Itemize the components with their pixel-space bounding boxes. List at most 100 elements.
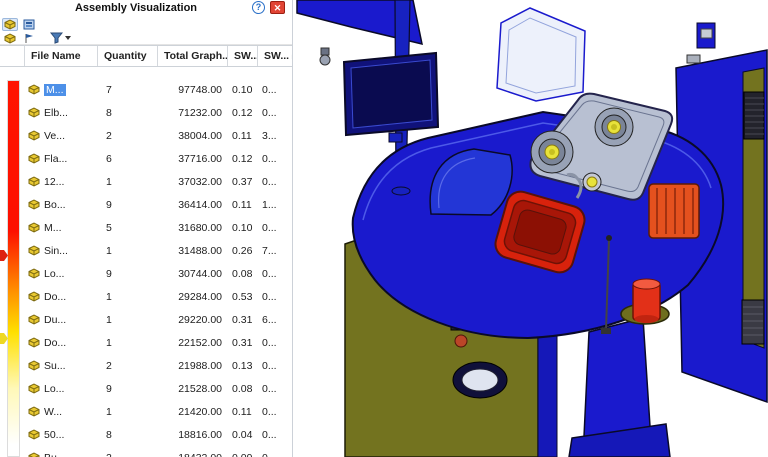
table-row[interactable]: Ve... 2 38004.00 0.11 3... [24,124,292,147]
hinge[interactable] [686,54,701,64]
quantity-cell: 8 [106,428,112,441]
column-sw-2[interactable]: SW...▸ [258,46,292,66]
sw-value-2-cell: 0... [258,452,292,457]
sw-value-1-cell: 0.31 [232,336,253,349]
table-row[interactable]: Du... 1 29220.00 0.31 6... [24,308,292,331]
total-graphics-cell: 21420.00 [178,405,222,418]
file-name-cell: Ve... [24,130,98,142]
sw-value-2-cell: 0... [262,221,277,234]
sw-value-1-cell: 0.08 [232,382,253,395]
burner-left[interactable] [530,130,574,174]
nested-view-tab-icon[interactable] [21,18,37,31]
cup[interactable] [632,278,661,323]
filter-dropdown-arrow[interactable] [65,36,71,40]
graphics-area[interactable] [293,0,768,457]
heater[interactable] [648,183,700,239]
file-name: M... [44,83,66,96]
file-name: 50... [44,428,65,441]
part-icon [28,84,40,95]
table-row[interactable]: Su... 2 21988.00 0.13 0... [24,354,292,377]
row-container: M... 7 97748.00 0.10 0... Elb... 8 71232… [24,78,292,457]
value-bar[interactable] [7,80,20,457]
close-icon[interactable]: ✕ [270,1,285,14]
total-graphics-cell: 31488.00 [178,244,222,257]
sw-value-2-cell: 0... [262,428,277,441]
toolbar-row-tabs [2,17,290,31]
total-graphics-cell: 30744.00 [178,267,222,280]
quantity-cell: 6 [106,152,112,165]
total-graphics-cell: 29284.00 [178,290,222,303]
help-icon[interactable]: ? [252,1,265,14]
file-name-cell: M... [24,83,98,96]
show-parts-icon[interactable] [2,32,18,45]
sw-value-1-cell: 0.09 [228,452,258,457]
part-icon [28,360,40,371]
quantity-cell: 7 [106,83,112,96]
part-icon [28,452,40,457]
sw-value-2-cell: 0... [262,405,277,418]
column-file-name[interactable]: File Name [24,46,98,66]
sw-value-2-cell: 7... [262,244,277,257]
file-name: 12... [44,175,65,188]
part-icon [28,383,40,394]
table-row[interactable]: W... 1 21420.00 0.11 0... [24,400,292,423]
column-total-graphics[interactable]: Total Graph...▸ [158,46,228,66]
quantity-cell: 1 [106,336,112,349]
assembly-visualization-panel: Assembly Visualization ? ✕ File Name Qua… [0,0,293,457]
table-row[interactable]: 50... 8 18816.00 0.04 0... [24,423,292,446]
file-name: Elb... [44,106,68,119]
table-row[interactable]: Lo... 9 21528.00 0.08 0... [24,377,292,400]
total-graphics-cell: 21988.00 [178,359,222,372]
file-name-cell: Bo... [24,199,98,211]
open-lid[interactable] [496,7,586,102]
sw-value-1-cell: 0.11 [232,405,252,418]
wall-bracket[interactable] [696,22,716,49]
quantity-cell: 2 [106,359,112,372]
file-name: Bu... [44,452,66,457]
file-name: W... [44,405,63,418]
table-row[interactable]: Do... 1 22152.00 0.31 0... [24,331,292,354]
table-row[interactable]: Bo... 9 36414.00 0.11 1... [24,193,292,216]
table-row[interactable]: Lo... 9 30744.00 0.08 0... [24,262,292,285]
quantity-cell: 1 [106,175,112,188]
table-row[interactable]: Fla... 6 37716.00 0.12 0... [24,147,292,170]
table-row[interactable]: Elb... 8 71232.00 0.12 0... [24,101,292,124]
knob[interactable] [454,334,468,348]
sw-value-2-cell: 0... [262,175,277,188]
file-name-cell: M... [24,222,98,234]
panel-titlebar: Assembly Visualization ? ✕ [0,0,292,17]
table-row[interactable]: Do... 1 29284.00 0.53 0... [24,285,292,308]
file-name-cell: Fla... [24,153,98,165]
monitor[interactable] [342,51,440,143]
file-name: Sin... [44,244,68,257]
total-graphics-cell: 29220.00 [178,313,222,326]
total-graphics-cell: 18432.00 [158,452,228,457]
flag-performance-icon[interactable] [21,32,37,45]
quantity-cell: 1 [106,313,112,326]
part-icon [28,406,40,417]
sw-value-2-cell: 3... [262,129,277,142]
camera[interactable] [319,47,331,66]
file-name-cell: W... [24,406,98,418]
part-icon [28,268,40,279]
table-row[interactable]: Sin... 1 31488.00 0.26 7... [24,239,292,262]
sw-value-2-cell: 0... [262,267,277,280]
sw-value-2-cell: 0... [262,106,277,119]
sw-value-2-cell: 0... [262,382,277,395]
column-sw-1[interactable]: SW...▸ [228,46,258,66]
file-name: M... [44,221,62,234]
parts-view-tab-icon[interactable] [2,17,18,31]
panel-toolbar [0,17,292,45]
part-icon [28,153,40,164]
sw-value-1-cell: 0.11 [232,198,252,211]
column-quantity[interactable]: Quantity [98,46,158,66]
pole-base[interactable] [391,186,411,196]
table-row[interactable]: 12... 1 37032.00 0.37 0... [24,170,292,193]
filter-button[interactable] [50,32,71,44]
pedestal[interactable] [568,317,671,457]
burner-knob[interactable] [582,172,602,192]
table-row[interactable]: Bu... 2 18432.00 0.09 0... [24,446,292,457]
burner-right[interactable] [594,107,634,147]
table-row[interactable]: M... 7 97748.00 0.10 0... [24,78,292,101]
table-row[interactable]: M... 5 31680.00 0.10 0... [24,216,292,239]
